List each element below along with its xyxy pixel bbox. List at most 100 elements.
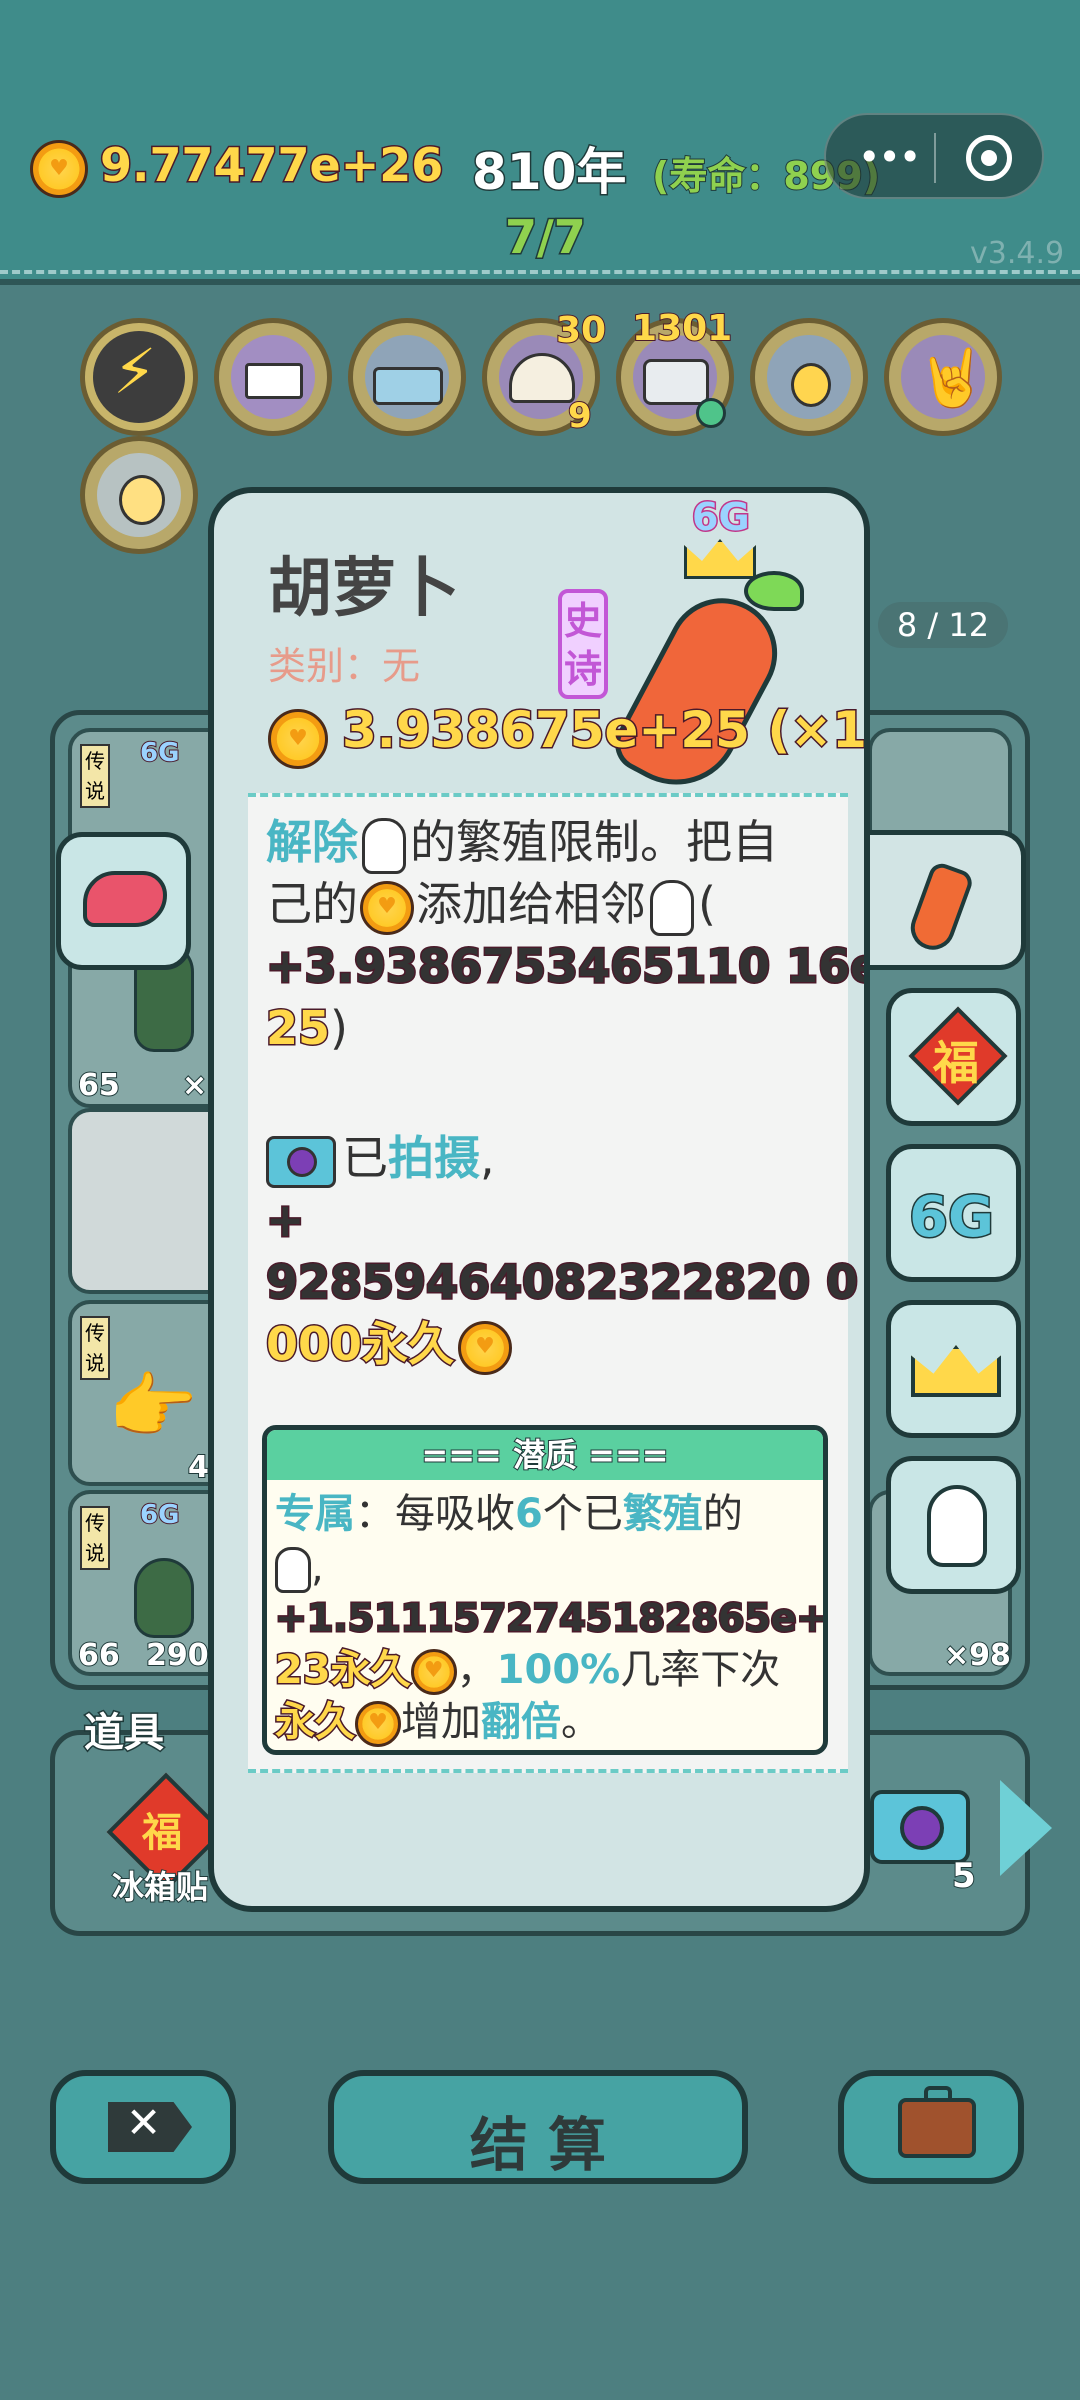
item-category: 类别：无	[268, 644, 421, 688]
rabbit-small-icon	[275, 1547, 311, 1593]
cancel-button[interactable]: ✕	[50, 2070, 236, 2184]
desc-text: (	[698, 877, 716, 931]
fu-glyph: 福	[142, 1810, 182, 1856]
rarity-tag: 传说	[80, 1506, 110, 1570]
trait-box: === 潜质 === 专属：每吸收6个已繁殖的 , +1.51115727451…	[262, 1425, 828, 1755]
item-name: 胡萝卜	[268, 552, 460, 626]
upgrade-badge: 6G	[691, 494, 752, 541]
inventory-button[interactable]	[838, 2070, 1024, 2184]
settle-button[interactable]: 结 算	[328, 2070, 748, 2184]
briefcase-icon	[898, 2086, 976, 2158]
version-label: v3.4.9	[970, 236, 1065, 271]
desc-text: 已	[342, 1131, 388, 1185]
relic-lightning[interactable]: ⚡	[80, 318, 198, 436]
carrot-tab-active[interactable]	[866, 830, 1026, 970]
carrot-icon	[904, 860, 976, 956]
settle-label: 结 算	[469, 2111, 607, 2179]
coin-icon	[360, 880, 414, 935]
relic-chick[interactable]	[80, 436, 198, 554]
total-coins: 9.77477e+26	[98, 137, 444, 194]
mini-program-capsule[interactable]: •••	[824, 113, 1044, 199]
trait-keyword: 繁殖	[622, 1491, 703, 1537]
close-x-icon: ✕	[126, 2098, 162, 2147]
camera-count: 5	[951, 1855, 977, 1897]
desc-text: 添加给相邻	[416, 877, 646, 931]
trait-text: 增加	[401, 1699, 481, 1745]
capsule-divider	[934, 133, 936, 183]
trait-text: 。	[561, 1699, 601, 1745]
tile-page-indicator: 8 / 12	[878, 602, 1008, 648]
relic-skirt[interactable]	[214, 318, 332, 436]
desc-text: 己的	[266, 877, 358, 931]
trait-text: ,	[311, 1545, 324, 1591]
carrot-illustration	[605, 578, 797, 808]
relic-chick-syringe[interactable]	[750, 318, 868, 436]
chick-egg-icon	[119, 475, 165, 525]
trait-text: ：每吸收	[355, 1491, 515, 1537]
tile-count: 65	[77, 1067, 121, 1104]
rabbit-small-icon	[362, 817, 406, 874]
rarity-tag: 传说	[80, 1316, 110, 1380]
topbar-divider	[0, 270, 1080, 276]
skirt-icon	[245, 363, 303, 399]
next-arrow-icon[interactable]	[1000, 1780, 1052, 1876]
tile-badge: 6G	[139, 737, 180, 769]
egg-tray-count: 1301	[631, 307, 733, 350]
top-status-bar: 9.77477e+26 810年 (寿命：899) 7/7 ••• v3.4.9	[0, 0, 1080, 285]
rarity-badge: 史诗	[558, 589, 608, 699]
trait-text: 个已	[542, 1491, 623, 1537]
coin-icon	[30, 140, 88, 198]
rabbit-tab[interactable]	[886, 1456, 1021, 1594]
carrot-leaves-icon	[744, 571, 804, 611]
liver-icon	[83, 871, 167, 927]
trait-text: ，	[456, 1647, 497, 1693]
coin-icon	[410, 1649, 457, 1695]
trait-value: +1.5111572745182865e+	[273, 1595, 828, 1642]
crown-tab[interactable]	[886, 1300, 1021, 1438]
desc-plus: +	[265, 1192, 307, 1249]
rarity-tag: 传说	[80, 744, 110, 808]
desc-value: 000永久	[264, 1316, 455, 1373]
desc-text: )	[330, 1001, 348, 1055]
props-title: 道具	[83, 1709, 166, 1758]
crown-small-icon	[684, 539, 756, 579]
fridge-magnet-label: 冰箱贴	[111, 1867, 209, 1907]
rock-hand-icon: 🤘	[917, 346, 987, 411]
trait-header: === 潜质 ===	[267, 1430, 823, 1480]
trait-keyword: 专属	[275, 1491, 355, 1537]
desc-keyword-remove: 解除	[266, 815, 358, 869]
fu-tab[interactable]: 福	[886, 988, 1021, 1126]
tile-count: 66	[77, 1637, 121, 1674]
tile-badge: 6G	[139, 1499, 180, 1531]
more-dots-icon[interactable]: •••	[858, 135, 921, 179]
relic-rock-hand[interactable]: 🤘	[884, 318, 1002, 436]
trait-text: 几率下次	[620, 1647, 781, 1693]
rabbit-icon	[927, 1485, 987, 1567]
coin-icon	[355, 1701, 401, 1747]
item-description: 解除的繁殖限制。把自 己的添加给相邻( +3.9386753465110 16e…	[248, 793, 864, 1773]
vase-icon	[134, 1558, 194, 1638]
tissue-box-icon	[373, 367, 443, 405]
relic-tissue-box[interactable]	[348, 318, 466, 436]
tile-mult: ×	[181, 1067, 208, 1104]
shell-count-top: 30	[555, 309, 607, 352]
crown-icon	[911, 1345, 1001, 1397]
pointing-hand-icon: 👉	[108, 1364, 198, 1448]
close-miniprogram-icon[interactable]	[966, 135, 1012, 181]
desc-text: ,	[480, 1131, 495, 1185]
sixg-tab[interactable]: 6G	[886, 1144, 1021, 1282]
tile-mult: ×98	[943, 1637, 1012, 1674]
desc-text: 的繁殖限制。把自	[410, 815, 778, 869]
year-counter: 810年	[470, 142, 627, 203]
sixg-icon: 6G	[908, 1184, 996, 1252]
item-value: 3.938675e+25 (×104)	[340, 700, 867, 761]
fu-icon: 福	[933, 1036, 979, 1090]
camera-icon[interactable]	[870, 1790, 970, 1864]
chick-icon	[791, 363, 831, 407]
liver-tab[interactable]	[56, 832, 191, 970]
trait-keyword: 翻倍	[481, 1699, 561, 1745]
trait-value: 23永久	[274, 1646, 413, 1695]
desc-value: +3.9386753465110 16e+	[265, 938, 870, 995]
round-counter: 7/7	[504, 209, 588, 266]
item-detail-modal[interactable]: 胡萝卜 类别：无 史诗 6G 3.938675e+25 (×104) 解除的繁殖…	[208, 487, 870, 1912]
